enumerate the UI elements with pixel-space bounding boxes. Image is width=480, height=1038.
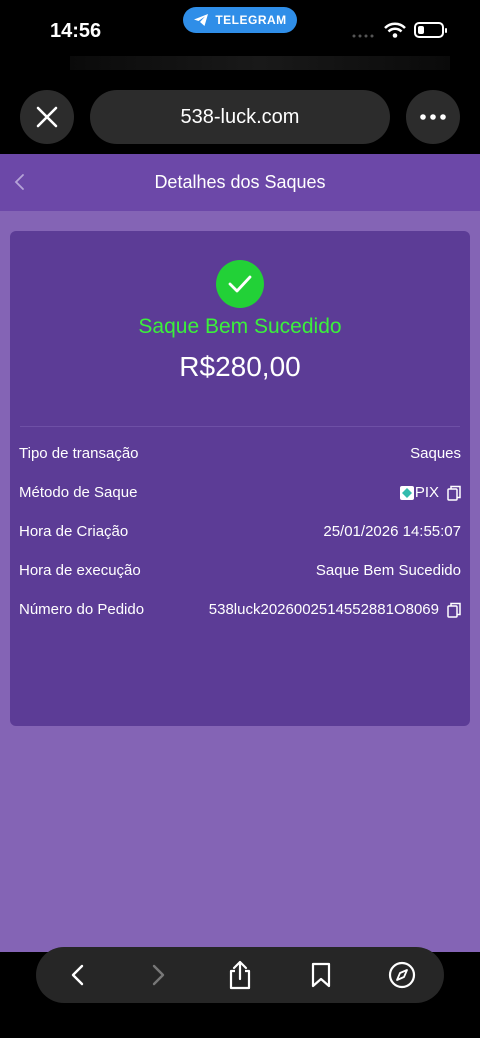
telegram-icon bbox=[194, 14, 209, 26]
status-text: Saque Bem Sucedido bbox=[138, 315, 342, 338]
detail-value: Saques bbox=[410, 445, 461, 462]
battery-icon bbox=[414, 22, 447, 38]
compass-icon bbox=[388, 961, 416, 989]
back-arrow-icon[interactable] bbox=[10, 171, 30, 193]
detail-value: PIX bbox=[399, 484, 461, 501]
detail-label: Método de Saque bbox=[19, 484, 138, 501]
close-button[interactable] bbox=[20, 90, 74, 144]
success-check-icon bbox=[216, 260, 264, 308]
close-icon bbox=[36, 106, 58, 128]
blurred-notification bbox=[70, 56, 450, 70]
withdrawal-amount: R$280,00 bbox=[179, 351, 301, 382]
withdrawal-details-card: Saque Bem Sucedido R$280,00 Tipo de tran… bbox=[10, 231, 470, 726]
pix-icon bbox=[399, 485, 414, 500]
detail-label: Hora de execução bbox=[19, 562, 141, 579]
browser-bar: 538-luck.com bbox=[0, 86, 480, 154]
url-text: 538-luck.com bbox=[180, 105, 300, 128]
wifi-icon bbox=[384, 22, 406, 38]
more-button[interactable] bbox=[406, 90, 460, 144]
detail-value: 25/01/2026 14:55:07 bbox=[323, 523, 461, 540]
toolbar-bookmark-button[interactable] bbox=[307, 961, 335, 989]
toolbar-back-button[interactable] bbox=[64, 961, 92, 989]
toolbar-safari-button[interactable] bbox=[388, 961, 416, 989]
toolbar-forward-button[interactable] bbox=[144, 961, 172, 989]
detail-row: Número do Pedido 538luck2026002514552881… bbox=[19, 598, 461, 622]
copy-icon[interactable] bbox=[447, 602, 461, 618]
detail-label: Número do Pedido bbox=[19, 601, 145, 618]
browser-toolbar bbox=[36, 947, 444, 1003]
status-bar: 14:56 TELEGRAM bbox=[0, 0, 480, 70]
bookmark-icon bbox=[311, 962, 331, 988]
detail-row: Hora de execução Saque Bem Sucedido bbox=[19, 559, 461, 583]
divider bbox=[20, 426, 460, 427]
detail-label: Hora de Criação bbox=[19, 523, 129, 540]
back-to-telegram-pill[interactable]: TELEGRAM bbox=[183, 7, 297, 33]
telegram-label: TELEGRAM bbox=[215, 13, 287, 27]
detail-row: Tipo de transação Saques bbox=[19, 442, 461, 466]
more-icon bbox=[420, 114, 446, 120]
toolbar-share-button[interactable] bbox=[226, 960, 254, 990]
back-icon bbox=[71, 964, 84, 986]
status-time: 14:56 bbox=[50, 20, 102, 42]
forward-icon bbox=[152, 964, 165, 986]
detail-row: Método de Saque PIX bbox=[19, 481, 461, 505]
page-content: Detalhes dos Saques Saque Bem Sucedido R… bbox=[0, 154, 480, 952]
detail-row: Hora de Criação 25/01/2026 14:55:07 bbox=[19, 520, 461, 544]
detail-value: Saque Bem Sucedido bbox=[315, 562, 461, 579]
copy-icon[interactable] bbox=[447, 485, 461, 501]
share-icon bbox=[229, 960, 251, 990]
url-bar[interactable]: 538-luck.com bbox=[90, 90, 390, 144]
detail-value: 538luck2026002514552881O8069 bbox=[209, 601, 461, 618]
detail-label: Tipo de transação bbox=[19, 445, 139, 462]
page-title: Detalhes dos Saques bbox=[154, 172, 326, 192]
page-header: Detalhes dos Saques bbox=[0, 154, 480, 211]
signal-icon bbox=[352, 34, 374, 38]
